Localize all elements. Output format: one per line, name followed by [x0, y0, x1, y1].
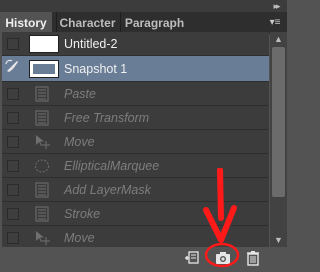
history-brush-icon[interactable]	[5, 59, 19, 73]
snapshot-row-untitled[interactable]: Untitled-2	[2, 32, 269, 56]
history-source-checkbox[interactable]	[7, 160, 19, 172]
tab-history[interactable]: History	[0, 12, 52, 34]
history-source-checkbox[interactable]	[7, 208, 19, 220]
history-step-row[interactable]: Stroke	[2, 202, 269, 226]
camera-icon	[216, 252, 230, 264]
document-icon	[34, 110, 50, 126]
history-step-row[interactable]: Paste	[2, 82, 269, 106]
history-step-label: Free Transform	[64, 111, 150, 125]
history-step-row[interactable]: EllipticalMarquee	[2, 154, 269, 178]
history-step-row[interactable]: Add LayerMask	[2, 178, 269, 202]
history-source-checkbox[interactable]	[7, 112, 19, 124]
history-step-label: Move	[64, 135, 95, 149]
new-document-icon	[185, 251, 199, 264]
panel-menu-icon[interactable]: ▾≡	[267, 17, 283, 29]
panel-tab-bar: History Character Paragraph ▾≡	[0, 12, 287, 34]
elliptical-marquee-icon	[34, 158, 50, 174]
history-source-checkbox[interactable]	[7, 88, 19, 100]
move-tool-icon	[34, 230, 50, 246]
snapshot-thumbnail	[29, 35, 59, 53]
panel-collapse-bar: ▸▸	[0, 0, 287, 12]
tab-paragraph[interactable]: Paragraph	[120, 12, 188, 34]
history-step-row[interactable]: Move	[2, 130, 269, 154]
history-source-checkbox[interactable]	[7, 136, 19, 148]
snapshot-row-selected[interactable]: Snapshot 1	[2, 56, 269, 82]
document-icon	[34, 206, 50, 222]
scrollbar-thumb[interactable]	[272, 47, 285, 197]
history-step-label: Stroke	[64, 207, 101, 221]
delete-state-button[interactable]	[244, 249, 262, 267]
history-step-row[interactable]: Free Transform	[2, 106, 269, 130]
scroll-down-icon[interactable]: ▼	[270, 233, 287, 247]
snapshot-label: Snapshot 1	[64, 62, 128, 76]
history-panel: ▸▸ History Character Paragraph ▾≡ Untitl…	[0, 0, 287, 269]
scroll-up-icon[interactable]: ▲	[270, 32, 287, 46]
snapshot-thumbnail	[29, 60, 59, 78]
history-source-checkbox[interactable]	[7, 232, 19, 244]
new-document-from-state-button[interactable]	[183, 249, 201, 267]
move-tool-icon	[34, 134, 50, 150]
double-chevron-right-icon[interactable]: ▸▸	[268, 0, 284, 12]
history-source-checkbox[interactable]	[7, 184, 19, 196]
new-snapshot-button[interactable]	[214, 249, 232, 267]
history-step-row[interactable]: Move	[2, 226, 269, 247]
panel-footer	[0, 247, 287, 269]
tab-character[interactable]: Character	[56, 12, 118, 34]
history-step-label: Paste	[64, 87, 96, 101]
trash-icon	[247, 251, 259, 266]
history-source-checkbox[interactable]	[7, 38, 19, 50]
document-icon	[34, 182, 50, 198]
history-step-label: EllipticalMarquee	[64, 159, 160, 173]
document-icon	[34, 86, 50, 102]
snapshot-label: Untitled-2	[64, 37, 118, 51]
history-step-label: Add LayerMask	[64, 183, 151, 197]
history-step-label: Move	[64, 231, 95, 245]
history-list: Untitled-2 Snapshot 1 Paste Free Transfo…	[2, 32, 269, 247]
